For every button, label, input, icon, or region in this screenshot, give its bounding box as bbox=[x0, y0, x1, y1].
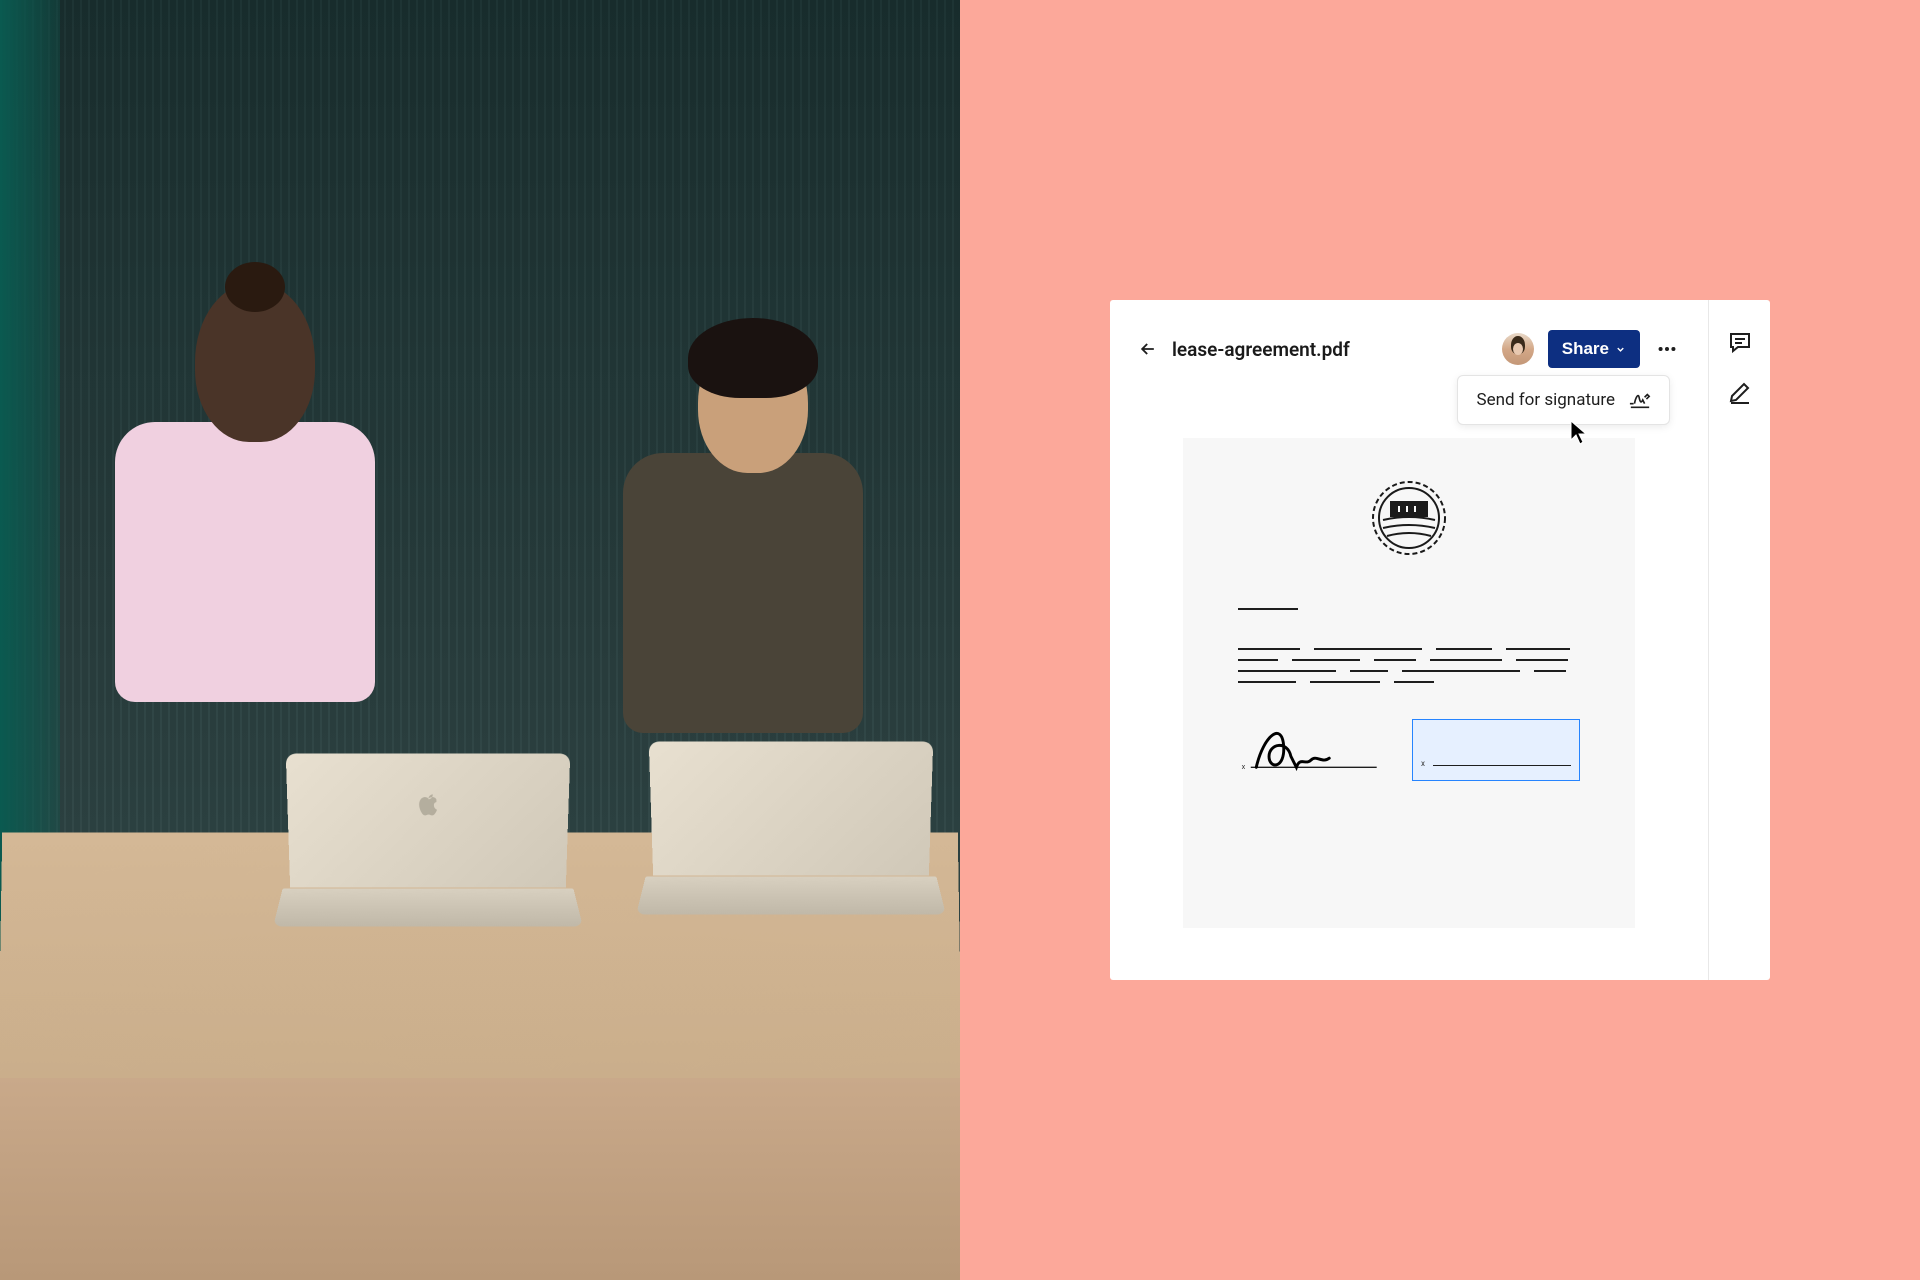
share-button[interactable]: Share bbox=[1548, 330, 1640, 368]
cursor-icon bbox=[1570, 420, 1590, 446]
svg-text:x: x bbox=[1242, 762, 1246, 771]
photo-panel bbox=[0, 0, 960, 1280]
document-preview: x x bbox=[1183, 438, 1635, 928]
app-panel: lease-agreement.pdf Share Send for signa… bbox=[960, 0, 1920, 1280]
edit-icon[interactable] bbox=[1728, 380, 1752, 404]
signature-field-empty[interactable]: x bbox=[1412, 719, 1580, 781]
back-arrow-icon[interactable] bbox=[1138, 339, 1158, 359]
header: lease-agreement.pdf Share bbox=[1138, 330, 1680, 368]
avatar[interactable] bbox=[1502, 333, 1534, 365]
send-for-signature-tooltip[interactable]: Send for signature bbox=[1457, 375, 1670, 425]
tooltip-label: Send for signature bbox=[1476, 390, 1615, 410]
right-sidebar bbox=[1708, 300, 1770, 980]
signature-icon bbox=[1629, 390, 1651, 410]
share-button-label: Share bbox=[1562, 339, 1609, 359]
more-options-button[interactable] bbox=[1654, 336, 1680, 362]
file-name: lease-agreement.pdf bbox=[1172, 338, 1488, 361]
chevron-down-icon bbox=[1615, 344, 1626, 355]
signature-completed: x bbox=[1238, 719, 1384, 781]
document-seal-icon bbox=[1369, 478, 1449, 558]
app-window: lease-agreement.pdf Share Send for signa… bbox=[1110, 300, 1770, 980]
comment-icon[interactable] bbox=[1728, 330, 1752, 354]
